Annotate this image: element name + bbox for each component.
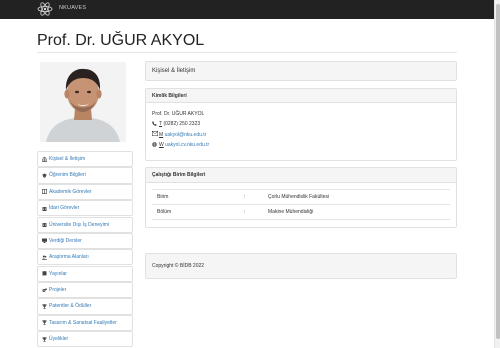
nav-item-idari[interactable]: İdari Görevler <box>37 200 133 217</box>
identity-name-line: Prof. Dr. UĞUR AKYOL <box>152 109 450 119</box>
book-icon <box>42 271 47 277</box>
nav-item-universite-disi[interactable]: Üniversite Dışı İş Deneyimi <box>37 216 133 233</box>
envelope-icon <box>152 131 158 138</box>
nav-item-label: Patentler & Ödüller <box>49 303 92 310</box>
identity-phone-line: T (0282) 250 2323 <box>152 119 450 129</box>
nav-item-label: Akademik Görevler <box>49 188 92 195</box>
users-icon <box>42 255 47 260</box>
nav-item-arastirma[interactable]: Araştırma Alanları <box>37 249 133 266</box>
nav-item-label: Kişisel & İletişim <box>49 156 86 163</box>
phone-number: (0282) 250 2323 <box>163 121 201 128</box>
monitor-icon <box>42 238 47 244</box>
nav-item-akademik[interactable]: Akademik Görevler <box>37 183 133 200</box>
nav-item-dersler[interactable]: Verdiği Dersler <box>37 232 133 250</box>
trophy-icon <box>42 304 47 309</box>
row-separator: : <box>244 209 246 215</box>
globe-icon <box>152 141 158 149</box>
section-header-panel: Kişisel & İletişim <box>145 61 457 81</box>
page-title: Prof. Dr. UĞUR AKYOL <box>37 32 205 49</box>
nav-item-kisisel[interactable]: Kişisel & İletişim <box>37 151 133 168</box>
nav-item-label: Üyelikler <box>49 336 69 343</box>
row-label: Bölüm <box>157 209 172 215</box>
side-navigation: Kişisel & İletişim Öğrenim Bilgileri Aka… <box>37 151 133 348</box>
title-divider <box>37 52 457 53</box>
identity-panel: Kimlik Bilgileri Prof. Dr. UĞUR AKYOL T … <box>145 88 457 161</box>
table-row: Bölüm : Makine Mühendisliği <box>152 205 450 220</box>
bank-icon <box>42 156 47 162</box>
footer: Copyright © BİDB 2022 <box>145 253 457 279</box>
nav-item-patentler[interactable]: Patentler & Ödüller <box>37 298 133 315</box>
phone-icon <box>152 121 158 128</box>
nav-item-label: Öğrenim Bilgileri <box>49 172 86 179</box>
department-heading: Çalıştığı Birim Bilgileri <box>146 168 456 183</box>
row-label: Birim <box>157 194 169 200</box>
row-separator: : <box>244 194 246 200</box>
atom-icon[interactable] <box>37 1 53 17</box>
section-heading: Kişisel & İletişim <box>152 68 196 74</box>
nav-item-uyelikler[interactable]: Üyelikler <box>37 331 133 348</box>
scrollbar-thumb[interactable] <box>496 4 500 339</box>
row-value: Çorlu Mühendislik Fakültesi <box>268 194 330 200</box>
website-link[interactable]: uakyol.cv.nku.edu.tr <box>165 142 209 148</box>
nav-item-label: Araştırma Alanları <box>49 254 89 261</box>
identity-name: Prof. Dr. UĞUR AKYOL <box>152 111 205 118</box>
email-link[interactable]: uakyol@nku.edu.tr <box>165 132 207 138</box>
nav-item-label: Verdiği Dersler <box>49 237 82 244</box>
page-scrollbar[interactable] <box>494 0 500 348</box>
table-row: Birim : Çorlu Mühendislik Fakültesi <box>152 190 450 205</box>
trophy-icon <box>42 320 47 326</box>
cogs-icon <box>42 287 47 293</box>
nav-item-yayinlar[interactable]: Yayınlar <box>37 265 133 282</box>
building-icon <box>42 206 47 211</box>
nav-item-ogrenim[interactable]: Öğrenim Bilgileri <box>37 167 133 184</box>
nav-item-tasarim[interactable]: Tasarım & Sanatsal Faaliyetler <box>37 314 133 331</box>
nav-item-label: Üniversite Dışı İş Deneyimi <box>49 221 110 228</box>
nav-item-label: Tasarım & Sanatsal Faaliyetler <box>49 319 117 326</box>
identity-web-line: W uakyol.cv.nku.edu.tr <box>152 140 450 150</box>
profile-photo <box>40 62 126 142</box>
graduation-cap-icon <box>42 173 47 178</box>
nav-item-projeler[interactable]: Projeler <box>37 282 133 299</box>
department-panel: Çalıştığı Birim Bilgileri Birim : Çorlu … <box>145 167 457 228</box>
top-navbar: NKUAVES <box>0 0 494 19</box>
copyright-text: Copyright © BİDB 2022 <box>152 263 205 269</box>
identity-email-line: M uakyol@nku.edu.tr <box>152 130 450 140</box>
trophy-icon <box>42 336 47 342</box>
identity-heading: Kimlik Bilgileri <box>146 89 456 103</box>
nav-item-label: Projeler <box>49 287 67 294</box>
brand-name[interactable]: NKUAVES <box>59 5 86 11</box>
nav-item-label: Yayınlar <box>49 270 67 277</box>
building-icon <box>42 222 47 228</box>
nav-item-label: İdari Görevler <box>49 205 80 212</box>
department-table: Birim : Çorlu Mühendislik Fakültesi Bölü… <box>152 189 450 220</box>
columns-icon <box>42 189 47 195</box>
row-value: Makine Mühendisliği <box>268 209 314 215</box>
